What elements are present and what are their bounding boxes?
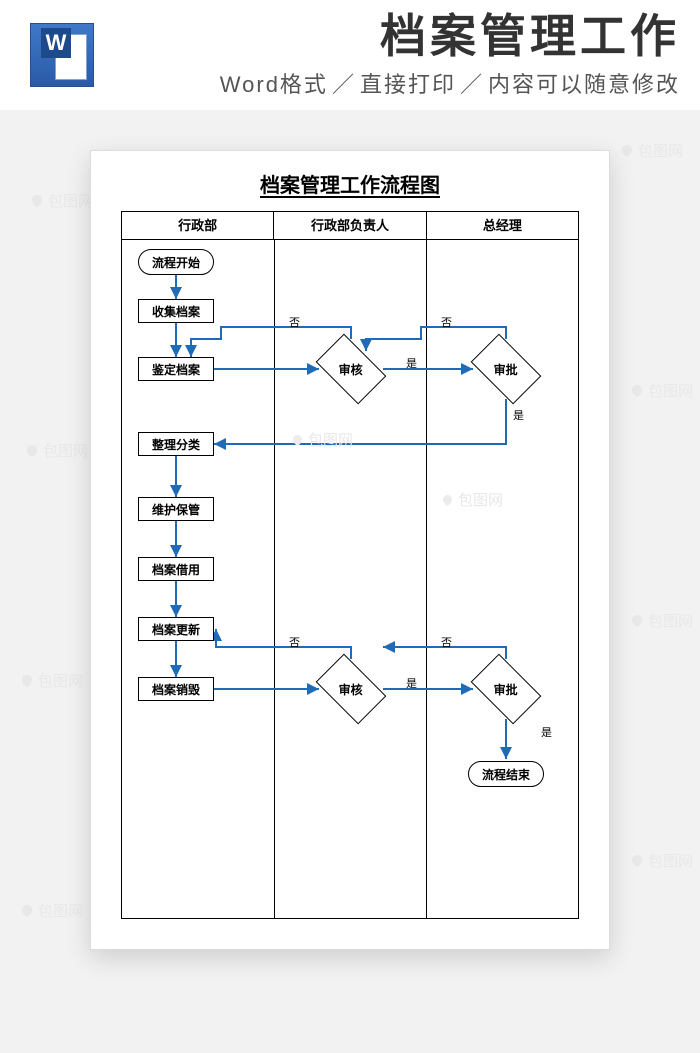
word-icon [30,23,94,87]
node-maintain: 维护保管 [138,497,214,521]
node-start: 流程开始 [138,249,214,275]
label-no: 否 [441,314,452,330]
watermark: 包图网 [630,610,693,631]
document-stage: 包图网 包图网 包图网 包图网 包图网 包图网 包图网 包图网 档案管理工作流程… [0,110,700,1053]
watermark: 包图网 [20,670,83,691]
label-yes: 是 [406,355,417,371]
node-end: 流程结束 [468,761,544,787]
header-text-block: 档案管理工作 Word格式／直接打印／内容可以随意修改 [98,11,680,100]
document-title: 档案管理工作流程图 [91,151,609,206]
sub-print: 直接打印 [360,72,456,97]
label-no: 否 [289,314,300,330]
node-update: 档案更新 [138,617,214,641]
lane-header-admin: 行政部 [122,212,273,239]
node-identify: 鉴定档案 [138,357,214,381]
header-title: 档案管理工作 [98,11,680,62]
document-sheet: 档案管理工作流程图 行政部 行政部负责人 总经理 [90,150,610,950]
page-header: 档案管理工作 Word格式／直接打印／内容可以随意修改 [0,0,700,110]
label-no: 否 [289,634,300,650]
watermark: 包图网 [630,380,693,401]
label-yes: 是 [406,675,417,691]
flowchart-canvas: 流程开始 收集档案 鉴定档案 整理分类 维护保管 档案借用 档案更新 档案销毁 … [121,239,579,919]
watermark: 包图网 [630,850,693,871]
lane-header-admin-lead: 行政部负责人 [273,212,425,239]
sub-edit: 内容可以随意修改 [488,72,680,97]
label-no: 否 [441,634,452,650]
sub-word: Word格式 [220,72,328,97]
node-borrow: 档案借用 [138,557,214,581]
label-yes: 是 [541,724,552,740]
header-subtitle: Word格式／直接打印／内容可以随意修改 [98,67,680,99]
watermark: 包图网 [25,440,88,461]
swimlane-header: 行政部 行政部负责人 总经理 [122,212,578,240]
watermark: 包图网 [30,190,93,211]
label-yes: 是 [513,407,524,423]
node-destroy: 档案销毁 [138,677,214,701]
node-collect: 收集档案 [138,299,214,323]
lane-header-gm: 总经理 [426,212,578,239]
watermark: 包图网 [620,140,683,161]
node-sort: 整理分类 [138,432,214,456]
watermark: 包图网 [20,900,83,921]
